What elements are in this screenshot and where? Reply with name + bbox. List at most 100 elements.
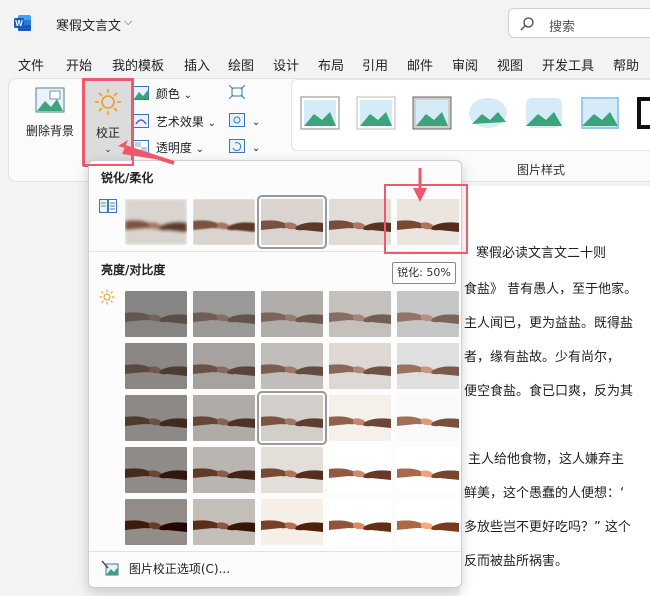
picture-styles-label: 图片样式 [517,163,566,177]
reset-picture-button[interactable]: ⌄ [229,139,260,154]
menu-insert[interactable]: 插入 [184,55,210,74]
document-page[interactable]: 寒假必读文言文二十则 食盐》 昔有愚人，至于他家。 主人闻已，更为益盐。既得盐 … [460,186,650,596]
artistic-effects-button[interactable]: 艺术效果 ⌄ [133,113,216,130]
menu-home[interactable]: 开始 [66,55,92,74]
svg-text:W: W [15,19,23,28]
brightness-contrast-thumbnail[interactable] [397,395,459,441]
brightness-contrast-thumbnail[interactable] [125,291,187,337]
brightness-contrast-thumbnail[interactable] [261,291,323,337]
sun-icon [95,89,121,115]
compress-icon [229,85,245,99]
transparency-icon [133,140,149,154]
picture-style-5[interactable] [524,96,564,130]
sharpen-thumbnail[interactable] [125,199,187,245]
sharpen-thumbnail[interactable] [329,199,391,245]
brightness-contrast-thumbnail[interactable] [193,395,255,441]
brightness-contrast-thumbnail[interactable] [125,447,187,493]
menu-draw[interactable]: 绘图 [228,55,254,74]
picture-options-icon [101,560,119,576]
picture-style-2[interactable] [356,96,396,130]
sharpen-thumbnail[interactable] [397,199,459,245]
brightness-contrast-thumbnail[interactable] [329,343,391,389]
chevron-down-icon[interactable]: ⌵ [124,15,132,29]
search-box[interactable]: 搜索 [508,8,650,38]
chevron-down-icon: ⌄ [183,90,193,101]
chevron-down-icon: ⌄ [207,118,217,129]
brightness-contrast-thumbnail[interactable] [125,499,187,545]
picture-style-4[interactable] [468,96,508,130]
menu-help[interactable]: 帮助 [613,55,639,74]
menu-developer[interactable]: 开发工具 [542,55,594,74]
corrections-dropdown: 锐化/柔化 亮度/对比度 图片校正选项(C)... [88,160,462,588]
remove-background-label: 删除背景 [25,124,74,138]
brightness-contrast-thumbnail[interactable] [397,343,459,389]
doc-line: 反而被盐所祸害。 [464,554,569,569]
menu-review[interactable]: 审阅 [452,55,478,74]
corrections-label: 校正 [95,126,120,140]
doc-line: 多放些岂不更好吃吗？” 这个 [464,520,631,535]
search-placeholder: 搜索 [549,20,576,35]
brightness-contrast-thumbnail[interactable] [193,447,255,493]
sharpen-tooltip: 锐化: 50% [392,262,456,284]
sun-icon [99,289,115,305]
brightness-contrast-thumbnail[interactable] [397,447,459,493]
menu-design[interactable]: 设计 [273,55,299,74]
document-title[interactable]: 寒假文言文 [56,15,121,34]
color-button[interactable]: 颜色 ⌄ [133,85,192,102]
menu-references[interactable]: 引用 [362,55,388,74]
sharpen-icon [99,199,117,213]
brightness-contrast-thumbnail[interactable] [193,499,255,545]
remove-background-icon [35,87,65,113]
remove-background-button[interactable]: 删除背景 [21,87,79,139]
picture-corrections-options[interactable]: 图片校正选项(C)... [101,560,230,577]
brightness-contrast-thumbnail[interactable] [329,499,391,545]
brightness-contrast-thumbnail[interactable] [329,447,391,493]
brightness-contrast-thumbnail[interactable] [257,391,327,445]
sharpen-thumbnail[interactable] [193,199,255,245]
picture-options-label: 图片校正选项(C)... [128,562,231,576]
brightness-contrast-thumbnail[interactable] [329,291,391,337]
picture-style-7[interactable] [636,96,650,130]
brightness-contrast-thumbnail[interactable] [261,447,323,493]
menu-bar: 文件 开始 我的模板 插入 绘图 设计 布局 引用 邮件 审阅 视图 开发工具 … [0,50,650,76]
picture-style-6[interactable] [580,96,620,130]
section-divider [89,251,461,252]
compress-pictures-button[interactable] [229,85,248,100]
brightness-contrast-thumbnail[interactable] [261,499,323,545]
transparency-label: 透明度 [155,141,192,155]
sharpen-thumbnail[interactable] [257,195,327,249]
search-icon [520,17,534,31]
menu-layout[interactable]: 布局 [318,55,344,74]
picture-style-1[interactable] [300,96,340,130]
brightness-contrast-thumbnail[interactable] [261,343,323,389]
section-divider [89,551,461,552]
brightness-contrast-thumbnail[interactable] [397,499,459,545]
change-picture-button[interactable]: ⌄ [229,113,260,128]
chevron-down-icon: ⌄ [251,143,261,154]
picture-styles-gallery [291,79,650,151]
change-picture-icon [229,113,245,127]
doc-line: 鲜美，这个愚蠢的人便想：‘ [464,486,625,501]
brightness-contrast-thumbnail[interactable] [125,343,187,389]
doc-heading: 寒假必读文言文二十则 [476,246,607,261]
doc-line: 食盐》 昔有愚人，至于他家。 [464,282,638,297]
transparency-button[interactable]: 透明度 ⌄ [133,139,204,156]
menu-mailings[interactable]: 邮件 [407,55,433,74]
color-label: 颜色 [155,87,180,101]
menu-file[interactable]: 文件 [18,55,44,74]
brightness-contrast-thumbnail[interactable] [193,291,255,337]
picture-style-3[interactable] [412,96,452,130]
doc-line: 主人给他食物，这人嫌弃主 [468,452,625,467]
word-app-icon: W [14,15,31,31]
title-bar: W 寒假文言文 ⌵ 搜索 [0,0,650,46]
menu-view[interactable]: 视图 [497,55,523,74]
brightness-contrast-thumbnail[interactable] [329,395,391,441]
brightness-contrast-title: 亮度/对比度 [101,263,166,277]
menu-my-templates[interactable]: 我的模板 [112,55,164,74]
brightness-contrast-thumbnail[interactable] [125,395,187,441]
color-icon [133,86,149,100]
chevron-down-icon: ⌄ [251,117,261,128]
corrections-button[interactable]: 校正 ⌄ [83,79,133,167]
brightness-contrast-thumbnail[interactable] [193,343,255,389]
brightness-contrast-thumbnail[interactable] [397,291,459,337]
